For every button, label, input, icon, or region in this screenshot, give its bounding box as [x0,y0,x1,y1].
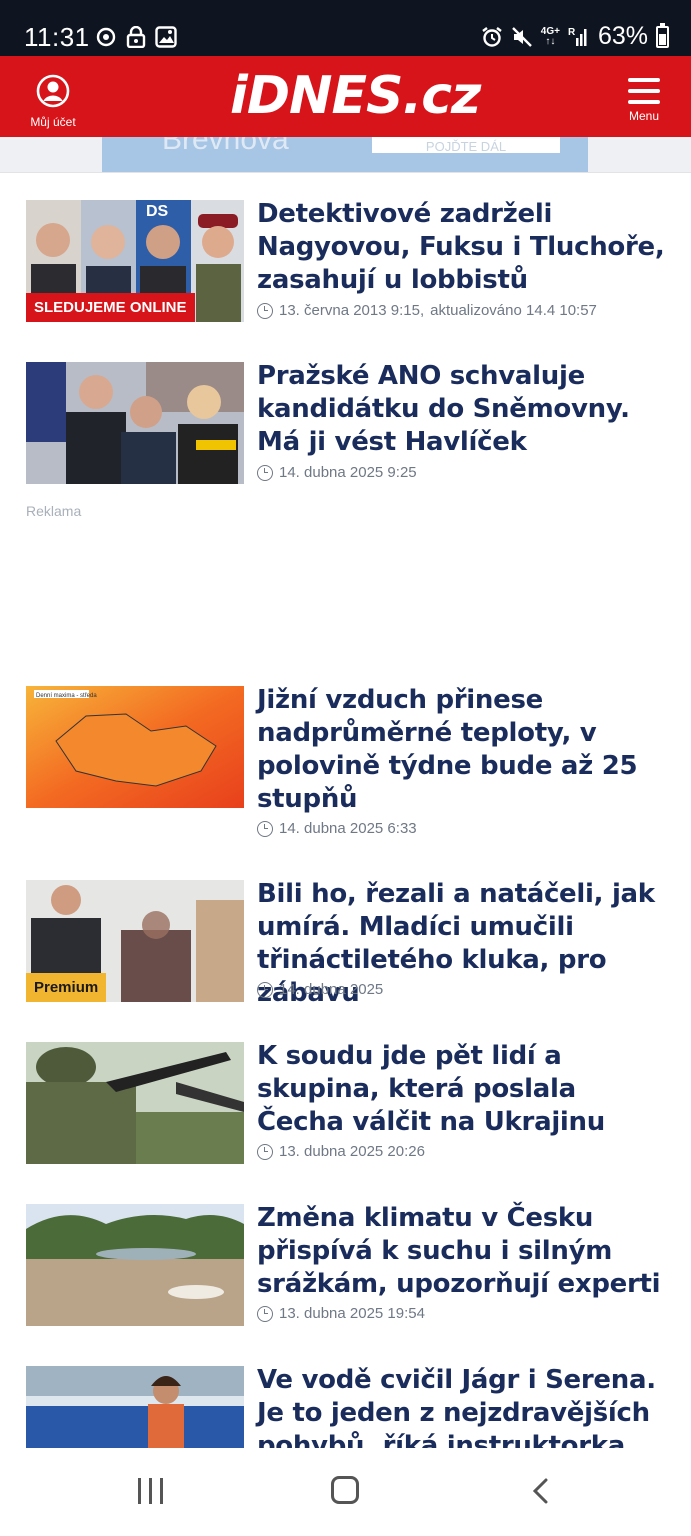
article-title[interactable]: Ve vodě cvičil Jágr i Serena. Je to jede… [257,1364,669,1448]
back-icon[interactable] [530,1478,552,1504]
recents-icon[interactable] [138,1478,163,1504]
home-icon[interactable] [331,1476,359,1504]
swimming-pool-photo [26,1366,244,1448]
article-thumbnail[interactable] [26,1366,244,1448]
article-item[interactable]: Ve vodě cvičil Jágr i Serena. Je to jede… [0,0,691,1448]
system-nav-bar [0,1448,691,1536]
